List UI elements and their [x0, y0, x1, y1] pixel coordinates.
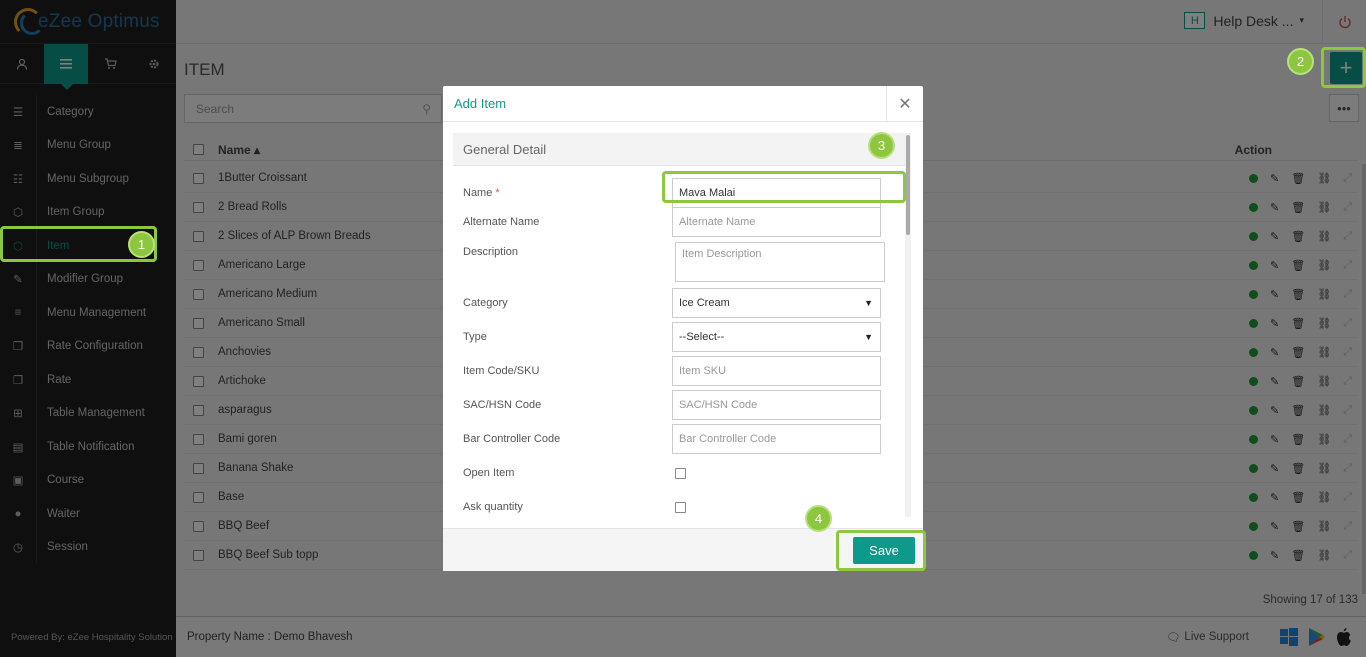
- sac-hsn-label: SAC/HSN Code: [463, 399, 542, 411]
- dialog-header: Add Item ✕: [443, 86, 923, 122]
- name-label: Name *: [463, 187, 500, 199]
- open-item-checkbox[interactable]: [675, 467, 686, 479]
- type-select[interactable]: --Select-- ▼: [672, 322, 881, 352]
- type-value: --Select--: [679, 331, 725, 343]
- field-type: Type --Select-- ▼: [453, 322, 893, 352]
- highlight-save-button: [836, 530, 926, 571]
- alternate-name-label: Alternate Name: [463, 216, 540, 228]
- field-category: Category Ice Cream ▼: [453, 288, 893, 318]
- step-badge-3: 3: [868, 132, 895, 159]
- highlight-name-field: [662, 171, 906, 203]
- item-sku-input[interactable]: Item SKU: [672, 356, 881, 386]
- field-bar-controller: Bar Controller Code Bar Controller Code: [453, 424, 893, 454]
- step-badge-1: 1: [128, 231, 155, 258]
- add-item-dialog: Add Item ✕ General Detail Name * Mava Ma…: [443, 86, 923, 571]
- open-item-label: Open Item: [463, 467, 515, 479]
- bar-controller-input[interactable]: Bar Controller Code: [672, 424, 881, 454]
- item-sku-label: Item Code/SKU: [463, 365, 540, 377]
- description-textarea[interactable]: Item Description: [675, 242, 885, 282]
- scrollbar-thumb[interactable]: [906, 135, 910, 235]
- step-badge-2: 2: [1287, 48, 1314, 75]
- field-alternate-name: Alternate Name Alternate Name: [453, 207, 893, 237]
- sac-hsn-input[interactable]: SAC/HSN Code: [672, 390, 881, 420]
- category-select[interactable]: Ice Cream ▼: [672, 288, 881, 318]
- field-open-item: Open Item: [453, 458, 893, 488]
- description-label: Description: [463, 246, 519, 258]
- section-general-detail: General Detail: [453, 133, 911, 166]
- ask-quantity-label: Ask quantity: [463, 501, 523, 513]
- field-sac-hsn: SAC/HSN Code SAC/HSN Code: [453, 390, 893, 420]
- category-value: Ice Cream: [679, 297, 730, 309]
- alternate-name-input[interactable]: Alternate Name: [672, 207, 881, 237]
- close-button[interactable]: ✕: [886, 86, 923, 122]
- bar-controller-label: Bar Controller Code: [463, 433, 561, 445]
- dropdown-arrow-icon: ▼: [864, 332, 873, 342]
- category-label: Category: [463, 297, 508, 309]
- type-label: Type: [463, 331, 487, 343]
- field-description: Description Item Description: [453, 242, 893, 282]
- step-badge-4: 4: [805, 505, 832, 532]
- dropdown-arrow-icon: ▼: [864, 298, 873, 308]
- ask-quantity-checkbox[interactable]: [675, 501, 686, 513]
- highlight-add-button: [1321, 47, 1366, 88]
- dialog-title: Add Item: [454, 96, 507, 111]
- field-item-sku: Item Code/SKU Item SKU: [453, 356, 893, 386]
